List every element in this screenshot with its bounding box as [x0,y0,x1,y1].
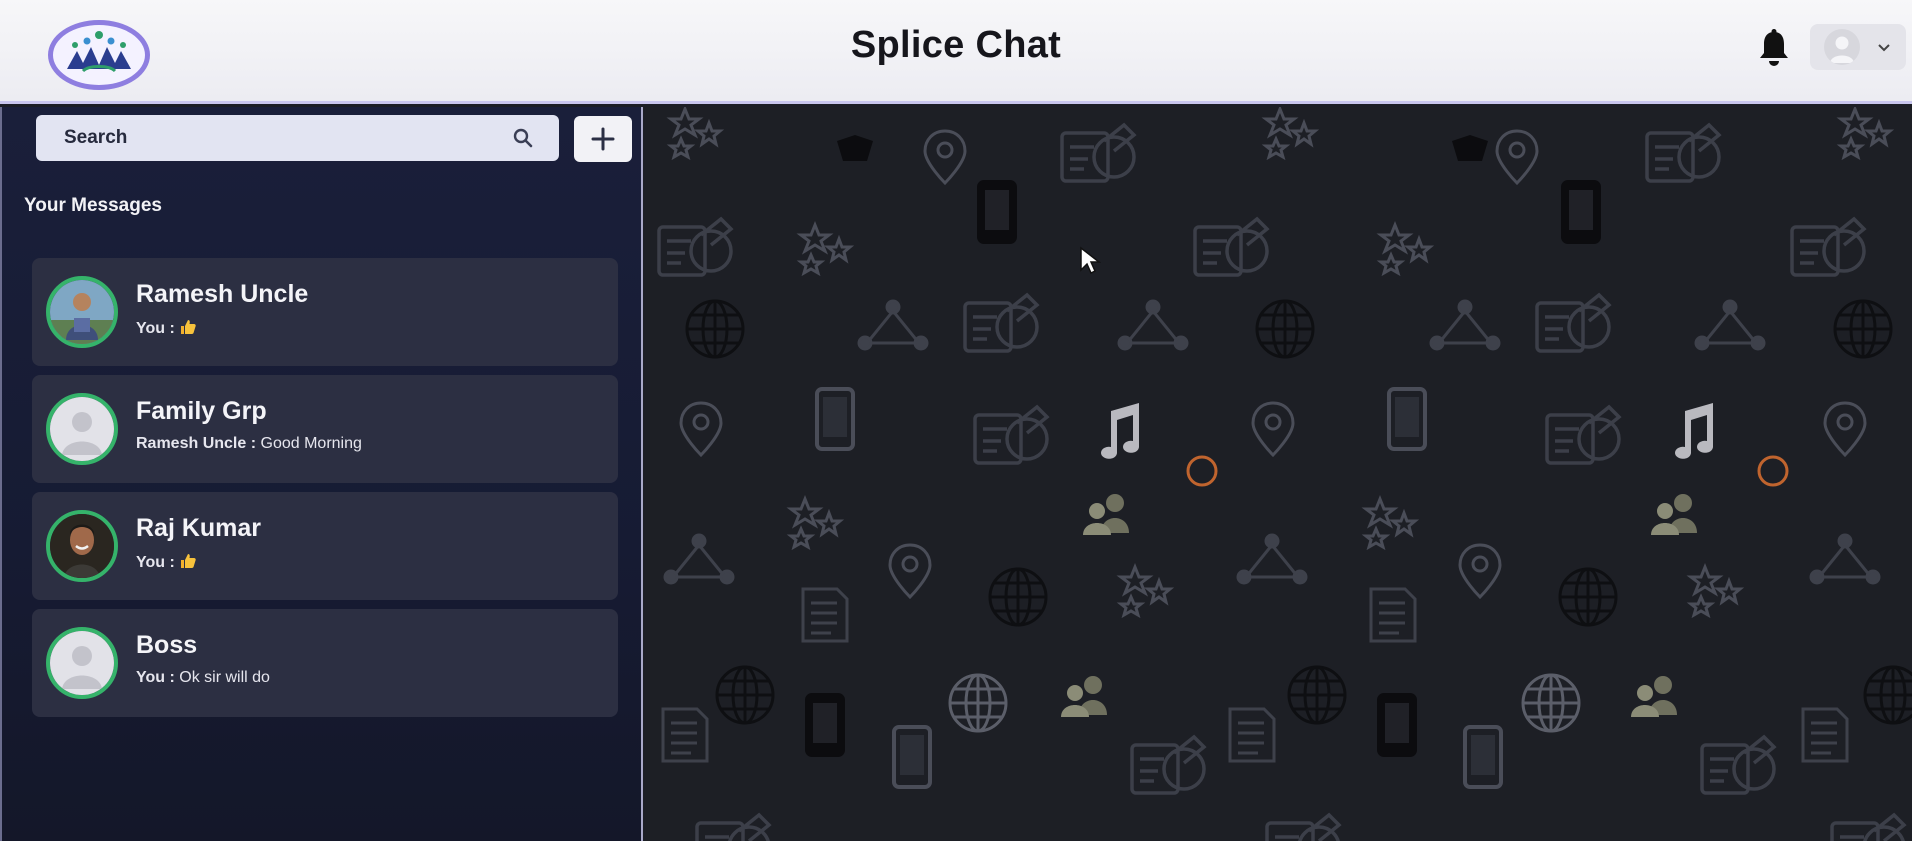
chat-sidebar: Your Messages Ramesh Uncle You : [0,107,643,841]
chat-wallpaper [645,107,1912,841]
chat-preview-sender: You : [136,669,175,686]
chat-preview-sender: You : [136,320,175,337]
mouse-cursor-icon [1079,246,1102,276]
bell-icon[interactable] [1756,28,1792,68]
search-box [36,115,559,161]
people-logo-icon[interactable] [48,20,150,90]
thumbs-up-emoji-icon [181,320,196,334]
doodle-pattern-background [657,107,1912,841]
chat-name: Boss [136,631,198,659]
profile-menu-button[interactable] [1810,24,1906,70]
chat-list-item[interactable]: Boss You : Ok sir will do [32,609,618,717]
chat-preview-text: Good Morning [260,435,362,452]
avatar [46,510,118,582]
chat-name: Family Grp [136,397,267,425]
plus-icon [591,127,615,151]
add-chat-button[interactable] [574,116,632,162]
app-title: Splice Chat [850,24,1062,66]
chat-name: Raj Kumar [136,514,262,542]
chat-preview-sender: Ramesh Uncle : [136,435,257,452]
chat-list-item[interactable]: Raj Kumar You : [32,492,618,600]
chat-preview-sender: You : [136,554,175,571]
chat-preview: You : [136,552,197,572]
user-avatar-icon [1824,29,1860,65]
avatar [46,276,118,348]
search-icon[interactable] [512,127,534,149]
chat-preview: Ramesh Uncle : Good Morning [136,435,362,453]
default-avatar-icon [46,393,118,465]
thumbs-up-emoji-icon [181,554,196,568]
chat-preview: You : Ok sir will do [136,669,270,687]
your-messages-heading: Your Messages [24,195,162,216]
chat-list-item[interactable]: Family Grp Ramesh Uncle : Good Morning [32,375,618,483]
chat-name: Ramesh Uncle [136,280,309,308]
chevron-down-icon [1876,37,1892,57]
app-header: Splice Chat [0,0,1912,104]
chat-preview-text: Ok sir will do [179,669,270,686]
chat-list-item[interactable]: Ramesh Uncle You : [32,258,618,366]
default-avatar-icon [46,627,118,699]
search-input[interactable] [36,115,506,161]
chat-preview: You : [136,318,197,338]
